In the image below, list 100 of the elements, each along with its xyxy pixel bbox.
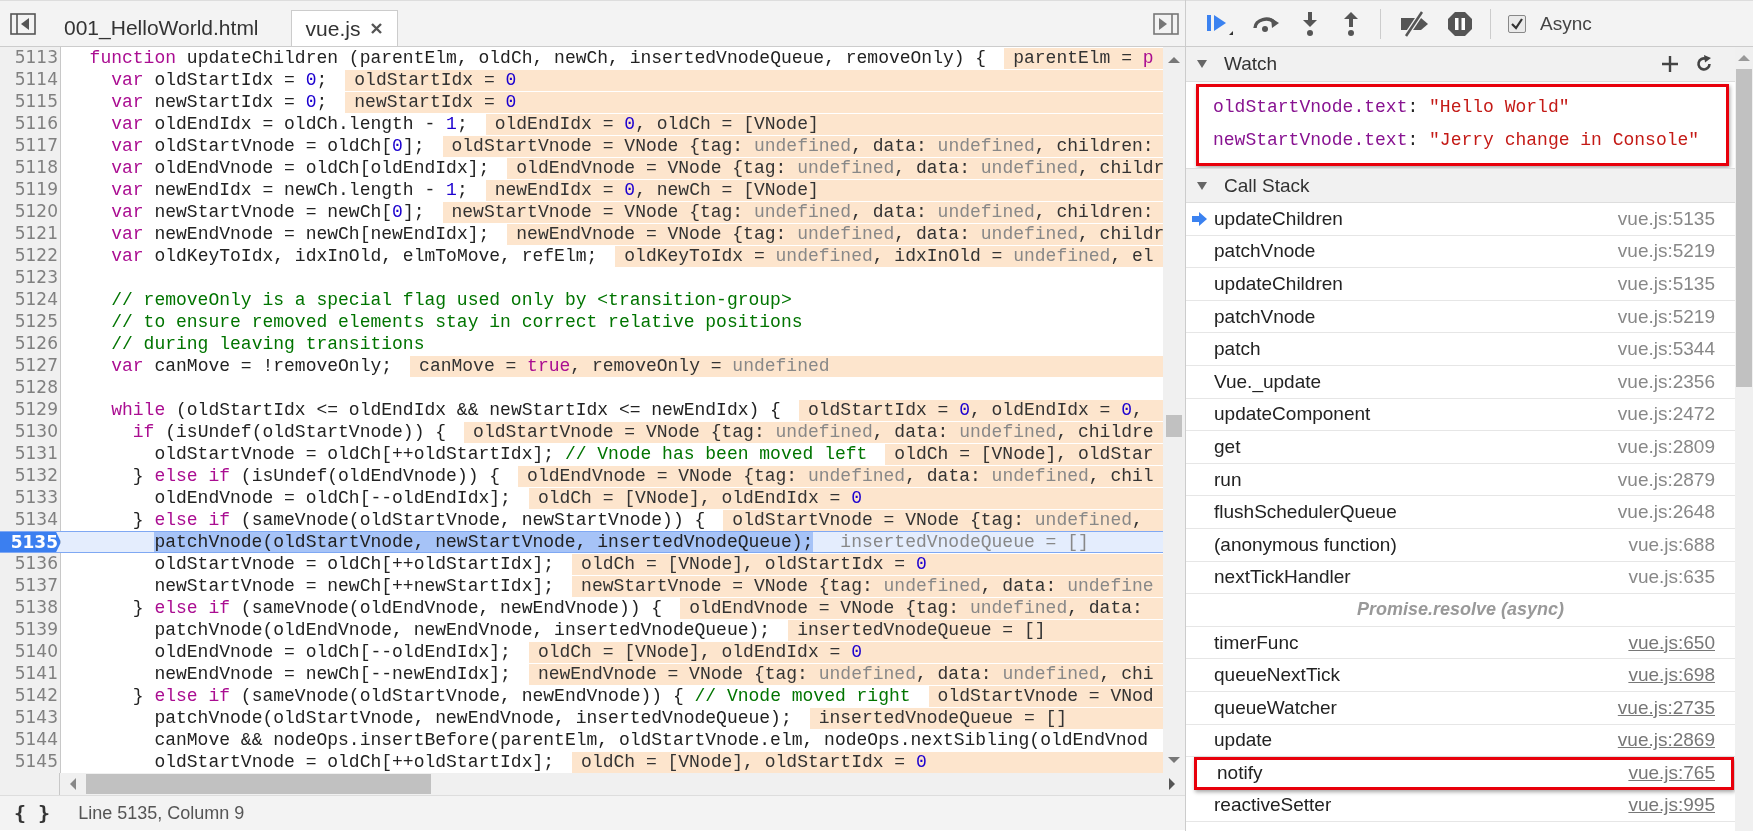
- call-frame[interactable]: Vue._update vue.js:2356: [1186, 365, 1735, 399]
- highlight-frame[interactable]: notify vue.js:765: [1194, 757, 1734, 790]
- line-number[interactable]: 5140: [0, 641, 61, 663]
- call-frame[interactable]: reactiveSetter vue.js:995: [1186, 789, 1735, 823]
- line-number[interactable]: 5145: [0, 751, 61, 773]
- add-icon[interactable]: [1661, 55, 1679, 73]
- call-frame[interactable]: (anonymous function) vue.js:688: [1186, 528, 1735, 562]
- inline-value: newStartIdx = 0: [345, 91, 1163, 113]
- watch-expression[interactable]: newStartVnode.text: "Jerry change in Console": [1213, 124, 1726, 157]
- call-frame[interactable]: queueNextTick vue.js:698: [1186, 659, 1735, 692]
- line-number[interactable]: 5120: [0, 201, 61, 223]
- code-line: var newStartIdx = 0;: [110, 91, 328, 113]
- line-number[interactable]: 5124: [0, 289, 61, 311]
- line-number[interactable]: 5127: [0, 355, 61, 377]
- line-number[interactable]: 5121: [0, 223, 61, 245]
- line-number[interactable]: 5141: [0, 663, 61, 685]
- source-location: vue.js:2472: [1617, 403, 1715, 426]
- call-frame[interactable]: timerFunc vue.js:650: [1186, 626, 1735, 660]
- call-frame[interactable]: patchVnode vue.js:5219: [1186, 300, 1735, 334]
- source-link[interactable]: vue.js:765: [1628, 762, 1715, 785]
- call-frame[interactable]: get vue.js:2809: [1186, 431, 1735, 464]
- pause-icon[interactable]: [1447, 10, 1473, 37]
- source-link[interactable]: vue.js:2735: [1617, 696, 1715, 719]
- line-number[interactable]: 5138: [0, 597, 61, 619]
- source-link[interactable]: vue.js:698: [1628, 664, 1715, 687]
- line-number[interactable]: 5117: [0, 135, 61, 157]
- call-frame[interactable]: flushSchedulerQueue vue.js:2648: [1186, 496, 1735, 529]
- inline-value: oldEndVnode = VNode {tag: undefined, data: undefined, childr: [507, 157, 1163, 179]
- frame-name: updateChildren: [1214, 207, 1344, 230]
- scroll-right-icon[interactable]: [1167, 777, 1177, 791]
- code-line: // removeOnly is a special flag used only by <transition-group>: [110, 289, 792, 311]
- line-number[interactable]: 5134: [0, 509, 61, 531]
- source-link[interactable]: vue.js:995: [1628, 794, 1715, 817]
- scroll-left-icon[interactable]: [68, 777, 78, 791]
- scrollbar-thumb[interactable]: [86, 774, 431, 794]
- source-link[interactable]: vue.js:650: [1628, 631, 1715, 654]
- inline-value: newStartVnode = VNode {tag: undefined, data: undefine: [572, 575, 1163, 597]
- line-number[interactable]: 5137: [0, 575, 61, 597]
- file-tab[interactable]: vue.js: [290, 10, 399, 46]
- line-number[interactable]: 5136: [0, 553, 61, 575]
- line-number[interactable]: 5114: [0, 69, 61, 91]
- line-number[interactable]: 5144: [0, 729, 61, 751]
- call-frame[interactable]: updateChildren vue.js:5135: [1186, 268, 1735, 301]
- code-line: oldStartVnode = oldCh[++oldStartIdx]; // Vnode has been moved left: [153, 443, 868, 465]
- line-number[interactable]: 5133: [0, 487, 61, 509]
- call-frame[interactable]: updateChildren vue.js:5135: [1186, 203, 1735, 236]
- scrollbar-thumb[interactable]: [1736, 69, 1752, 387]
- frame-name: nextTickHandler: [1214, 566, 1352, 589]
- call-frame[interactable]: update vue.js:2869: [1186, 724, 1735, 758]
- file-tab[interactable]: 001_HelloWorld.html: [50, 10, 273, 46]
- close-icon[interactable]: [370, 22, 384, 35]
- code-line: patchVnode(oldStartVnode, newEndVnode, insertedVnodeQueue);: [153, 707, 792, 729]
- inline-value: oldEndIdx = 0, oldCh = [VNode]: [485, 113, 1163, 135]
- call-frame[interactable]: patch vue.js:5344: [1186, 333, 1735, 366]
- line-number[interactable]: 5113: [0, 47, 61, 69]
- call-frame[interactable]: nextTickHandler vue.js:635: [1186, 561, 1735, 595]
- frame-name: patchVnode: [1214, 240, 1317, 263]
- line-number[interactable]: 5143: [0, 707, 61, 729]
- scrollbar-thumb[interactable]: [1166, 415, 1182, 437]
- pretty-print-button[interactable]: { }: [12, 801, 53, 825]
- line-number[interactable]: 5130: [0, 421, 61, 443]
- frame-name: run: [1214, 468, 1243, 491]
- line-number[interactable]: 5126: [0, 333, 61, 355]
- frame-name: patch: [1214, 338, 1262, 361]
- call-frame[interactable]: queueWatcher vue.js:2735: [1186, 691, 1735, 725]
- line-number[interactable]: 5132: [0, 465, 61, 487]
- debugger-toggle-icon[interactable]: [1153, 13, 1179, 35]
- scroll-down-icon[interactable]: [1167, 755, 1181, 765]
- source-link[interactable]: vue.js:2869: [1617, 729, 1715, 752]
- code-line: // during leaving transitions: [110, 333, 425, 355]
- line-number[interactable]: 5129: [0, 399, 61, 421]
- line-number[interactable]: 5125: [0, 311, 61, 333]
- inline-value: oldCh = [VNode], oldEndIdx = 0: [528, 487, 1163, 509]
- line-number[interactable]: 5131: [0, 443, 61, 465]
- call-frame[interactable]: run vue.js:2879: [1186, 463, 1735, 497]
- line-number[interactable]: 5128: [0, 377, 61, 399]
- source-location: vue.js:5135: [1617, 207, 1715, 230]
- collapse-triangle-icon[interactable]: [1196, 58, 1208, 70]
- line-number[interactable]: 5139: [0, 619, 61, 641]
- line-number[interactable]: 5119: [0, 179, 61, 201]
- line-number[interactable]: 5122: [0, 245, 61, 267]
- deactivate-breakpoints-icon[interactable]: [1398, 8, 1430, 39]
- call-frame[interactable]: updateComponent vue.js:2472: [1186, 398, 1735, 432]
- frame-name: updateComponent: [1214, 403, 1372, 426]
- navigator-toggle-icon[interactable]: [10, 13, 36, 35]
- line-number[interactable]: 5142: [0, 685, 61, 707]
- line-number[interactable]: 5123: [0, 267, 61, 289]
- frame-name: flushSchedulerQueue: [1214, 501, 1398, 524]
- source-location: vue.js:5344: [1617, 338, 1715, 361]
- line-number[interactable]: 5135: [0, 532, 61, 552]
- call-frame[interactable]: patchVnode vue.js:5219: [1186, 235, 1735, 269]
- scroll-up-icon[interactable]: [1167, 55, 1181, 65]
- line-number[interactable]: 5116: [0, 113, 61, 135]
- inline-value: oldStartVnode = VNod: [928, 685, 1163, 707]
- collapse-triangle-icon[interactable]: [1196, 179, 1208, 192]
- async-checkbox[interactable]: [1508, 14, 1526, 33]
- line-number[interactable]: 5115: [0, 91, 61, 113]
- line-number[interactable]: 5118: [0, 157, 61, 179]
- watch-expression[interactable]: oldStartVnode.text: "Hello World": [1213, 91, 1726, 124]
- refresh-icon[interactable]: [1695, 55, 1713, 73]
